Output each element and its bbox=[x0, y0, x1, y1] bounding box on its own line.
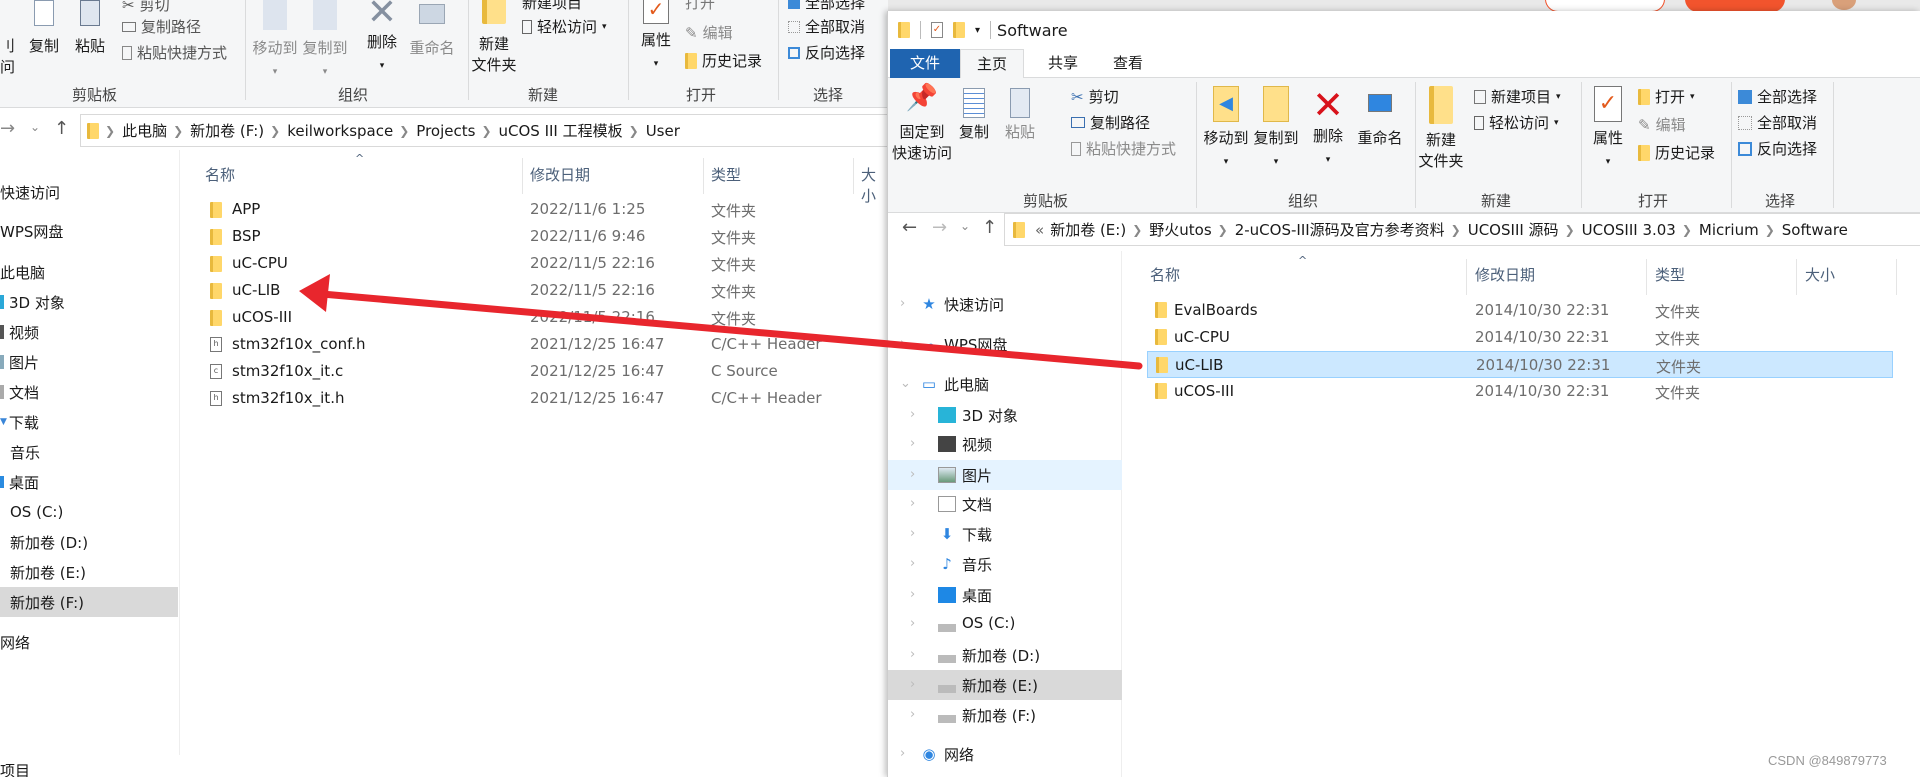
arrow-shaft bbox=[318, 290, 1143, 370]
annotation-arrow bbox=[299, 274, 1143, 370]
watermark: CSDN @849879773 bbox=[1768, 753, 1887, 768]
arrow-head bbox=[299, 274, 330, 312]
